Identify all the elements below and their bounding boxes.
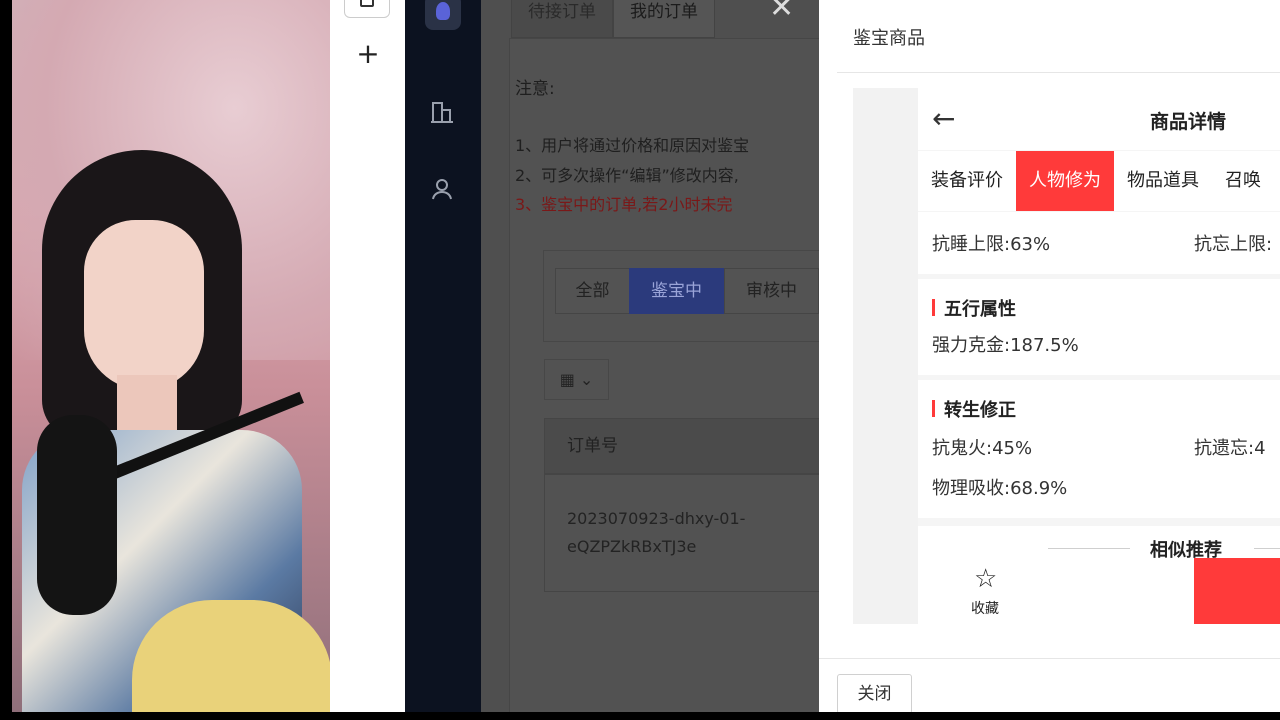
section-title: 五行属性 — [932, 295, 1016, 321]
app-logo-icon[interactable] — [425, 0, 461, 30]
product-header: ← 商品详情 — [918, 88, 1280, 150]
browser-tab-strip: + — [330, 0, 405, 712]
screen: + 待接订单 我的订单 ✕ 注意: 1、用户将通过价格和原因对鉴宝 2、可多次操… — [0, 0, 1280, 720]
building-icon-svg — [431, 102, 453, 123]
table-row[interactable]: 2023070923-dhxy-01- eQZPZkRBxTJ3e — [544, 474, 819, 592]
order-id-line-2: eQZPZkRBxTJ3e — [567, 537, 697, 556]
appraisal-drawer: 鉴宝商品 ← 商品详情 装备评价 人物修为 物品道具 召唤 抗睡上限:63% 抗… — [819, 0, 1280, 714]
stat-sleep-resist-cap: 抗睡上限:63% — [932, 234, 1051, 255]
filter-in-appraisal-button[interactable]: 鉴宝中 — [629, 268, 724, 314]
close-drawer-button[interactable]: 关闭 — [837, 674, 912, 714]
guitar — [132, 600, 330, 712]
order-id-line-1: 2023070923-dhxy-01- — [567, 509, 746, 528]
notice-line-3: 3、鉴宝中的订单,若2小时未完 — [515, 195, 733, 214]
notice-line-1: 1、用户将通过价格和原因对鉴宝 — [515, 136, 750, 155]
filter-reviewing-button[interactable]: 审核中 — [724, 268, 819, 314]
tab-my-orders[interactable]: 我的订单 — [613, 0, 715, 38]
stat-ghost-fire-resist: 抗鬼火:45% — [932, 438, 1033, 459]
divider — [837, 72, 1280, 73]
bottom-bar — [0, 712, 1280, 720]
stat-forget-resist-cap: 抗忘上限: — [1194, 234, 1273, 255]
favorite-label: 收藏 — [971, 601, 999, 617]
browser-tab[interactable] — [344, 0, 390, 18]
table-header-order-id: 订单号 — [544, 418, 819, 474]
webcam-feed — [12, 0, 330, 712]
order-tabs: 待接订单 我的订单 — [511, 0, 715, 38]
window-icon — [360, 0, 374, 7]
buy-button[interactable] — [1194, 558, 1280, 624]
tab-summon[interactable]: 召唤 — [1212, 151, 1274, 211]
divider — [1048, 548, 1130, 549]
user-icon[interactable] — [427, 178, 457, 208]
divider — [819, 658, 1280, 659]
main-content: 待接订单 我的订单 ✕ 注意: 1、用户将通过价格和原因对鉴宝 2、可多次操作“… — [481, 0, 819, 712]
stat-forget-resist: 抗遗忘:4 — [1194, 438, 1266, 459]
grid-icon: ▦ ⌄ — [559, 370, 594, 389]
drawer-title: 鉴宝商品 — [853, 28, 925, 49]
filter-all-button[interactable]: 全部 — [555, 268, 630, 314]
plus-icon[interactable]: + — [354, 38, 382, 70]
product-detail-title: 商品详情 — [1150, 111, 1227, 133]
star-icon[interactable]: ☆ — [974, 564, 997, 594]
user-icon-svg — [432, 179, 452, 200]
arrow-left-icon[interactable]: ← — [932, 102, 955, 135]
app-sidebar — [405, 0, 481, 712]
tab-equipment-rating[interactable]: 装备评价 — [918, 151, 1016, 211]
stats-row: 抗睡上限:63% 抗忘上限: — [918, 212, 1280, 274]
microphone — [37, 415, 117, 615]
close-icon[interactable]: ✕ — [769, 0, 794, 25]
mobile-preview: ← 商品详情 装备评价 人物修为 物品道具 召唤 抗睡上限:63% 抗忘上限: … — [918, 88, 1280, 624]
person-face — [84, 220, 204, 390]
detail-tabs: 装备评价 人物修为 物品道具 召唤 — [918, 151, 1280, 211]
stat-strong-vs-metal: 强力克金:187.5% — [932, 335, 1079, 356]
product-preview: ← 商品详情 装备评价 人物修为 物品道具 召唤 抗睡上限:63% 抗忘上限: … — [853, 88, 1280, 624]
tab-character-cultivation[interactable]: 人物修为 — [1016, 151, 1114, 211]
divider — [1254, 548, 1280, 549]
section-five-elements: 五行属性 强力克金:187.5% — [918, 279, 1280, 375]
action-bar: ☆ 收藏 — [918, 558, 1280, 624]
section-title: 转生修正 — [932, 396, 1016, 422]
notice-title: 注意: — [515, 79, 555, 99]
columns-toggle-button[interactable]: ▦ ⌄ — [544, 359, 609, 400]
section-rebirth-correction: 转生修正 抗鬼火:45% 抗遗忘:4 物理吸收:68.9% — [918, 380, 1280, 518]
notice-line-2: 2、可多次操作“编辑”修改内容, — [515, 166, 739, 185]
tab-pending-orders[interactable]: 待接订单 — [511, 0, 613, 38]
tab-items[interactable]: 物品道具 — [1114, 151, 1212, 211]
building-icon[interactable] — [427, 100, 457, 130]
stat-physical-absorb: 物理吸收:68.9% — [932, 478, 1068, 499]
